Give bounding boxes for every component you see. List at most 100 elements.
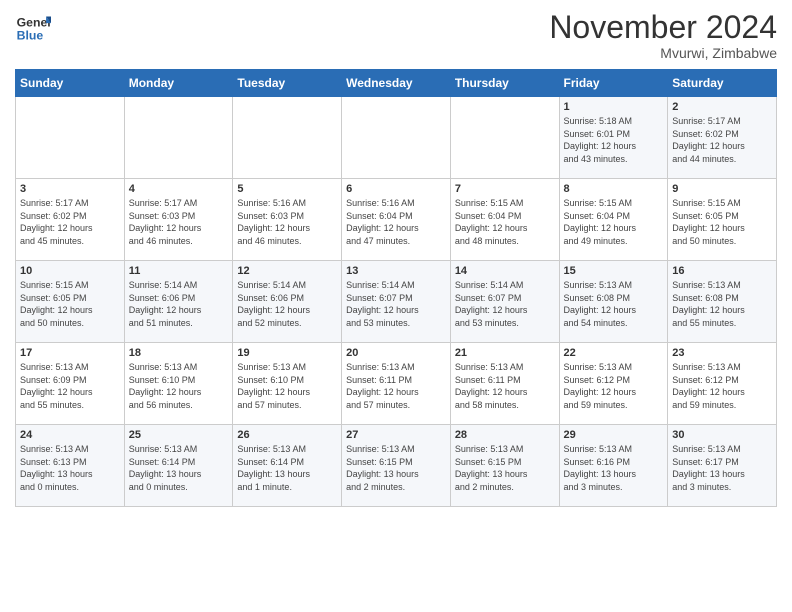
- day-info: Sunrise: 5:13 AM Sunset: 6:13 PM Dayligh…: [20, 443, 120, 493]
- calendar-cell: [124, 97, 233, 179]
- calendar-cell: 15Sunrise: 5:13 AM Sunset: 6:08 PM Dayli…: [559, 261, 668, 343]
- day-number: 22: [564, 347, 664, 359]
- day-number: 26: [237, 429, 337, 441]
- calendar-cell: 2 Sunrise: 5:17 AM Sunset: 6:02 PM Daylig…: [668, 97, 777, 179]
- day-number: 2: [672, 101, 772, 113]
- calendar-cell: [16, 97, 125, 179]
- week-row-4: 17Sunrise: 5:13 AM Sunset: 6:09 PM Dayli…: [16, 343, 777, 425]
- day-info: Sunrise: 5:13 AM Sunset: 6:11 PM Dayligh…: [455, 361, 555, 411]
- header-day-tuesday: Tuesday: [233, 70, 342, 97]
- day-number: 29: [564, 429, 664, 441]
- calendar-cell: 13 Sunrise: 5:14 AM Sunset: 6:07 PM Dayli…: [342, 261, 451, 343]
- day-number: 23: [672, 347, 772, 359]
- calendar-cell: 5Sunrise: 5:16 AM Sunset: 6:03 PM Daylig…: [233, 179, 342, 261]
- day-info: Sunrise: 5:15 AM Sunset: 6:05 PM Dayligh…: [672, 197, 772, 247]
- day-number: 30: [672, 429, 772, 441]
- calendar-cell: 17Sunrise: 5:13 AM Sunset: 6:09 PM Dayli…: [16, 343, 125, 425]
- day-info: Sunrise: 5:13 AM Sunset: 6:10 PM Dayligh…: [129, 361, 229, 411]
- calendar-cell: 26 Sunrise: 5:13 AM Sunset: 6:14 PM Dayli…: [233, 425, 342, 507]
- day-info: Sunrise: 5:13 AM Sunset: 6:12 PM Dayligh…: [672, 361, 772, 411]
- calendar-cell: 22 Sunrise: 5:13 AM Sunset: 6:12 PM Dayli…: [559, 343, 668, 425]
- day-info: Sunrise: 5:14 AM Sunset: 6:06 PM Dayligh…: [129, 279, 229, 329]
- day-number: 12: [237, 265, 337, 277]
- day-number: 8: [564, 183, 664, 195]
- calendar-cell: 29 Sunrise: 5:13 AM Sunset: 6:16 PM Dayli…: [559, 425, 668, 507]
- day-info: Sunrise: 5:17 AM Sunset: 6:03 PM Dayligh…: [129, 197, 229, 247]
- day-info: Sunrise: 5:13 AM Sunset: 6:12 PM Dayligh…: [564, 361, 664, 411]
- day-info: Sunrise: 5:13 AM Sunset: 6:09 PM Dayligh…: [20, 361, 120, 411]
- calendar-cell: 28 Sunrise: 5:13 AM Sunset: 6:15 PM Dayli…: [450, 425, 559, 507]
- day-info: Sunrise: 5:13 AM Sunset: 6:16 PM Dayligh…: [564, 443, 664, 493]
- day-info: Sunrise: 5:16 AM Sunset: 6:04 PM Dayligh…: [346, 197, 446, 247]
- day-number: 9: [672, 183, 772, 195]
- day-info: Sunrise: 5:17 AM Sunset: 6:02 PM Dayligh…: [672, 115, 772, 165]
- day-number: 5: [237, 183, 337, 195]
- calendar-cell: 20Sunrise: 5:13 AM Sunset: 6:11 PM Dayli…: [342, 343, 451, 425]
- calendar-cell: 12 Sunrise: 5:14 AM Sunset: 6:06 PM Dayli…: [233, 261, 342, 343]
- svg-text:General: General: [17, 15, 51, 29]
- day-number: 13: [346, 265, 446, 277]
- day-number: 19: [237, 347, 337, 359]
- calendar-cell: [450, 97, 559, 179]
- calendar-cell: 14Sunrise: 5:14 AM Sunset: 6:07 PM Dayli…: [450, 261, 559, 343]
- day-number: 20: [346, 347, 446, 359]
- svg-text:Blue: Blue: [17, 28, 44, 42]
- day-info: Sunrise: 5:18 AM Sunset: 6:01 PM Dayligh…: [564, 115, 664, 165]
- day-number: 28: [455, 429, 555, 441]
- day-info: Sunrise: 5:14 AM Sunset: 6:07 PM Dayligh…: [346, 279, 446, 329]
- week-row-1: 1 Sunrise: 5:18 AM Sunset: 6:01 PM Daylig…: [16, 97, 777, 179]
- calendar-cell: 1 Sunrise: 5:18 AM Sunset: 6:01 PM Daylig…: [559, 97, 668, 179]
- page: General Blue November 2024 Mvurwi, Zimba…: [0, 0, 792, 517]
- day-number: 24: [20, 429, 120, 441]
- day-number: 21: [455, 347, 555, 359]
- calendar-body: 1 Sunrise: 5:18 AM Sunset: 6:01 PM Daylig…: [16, 97, 777, 507]
- calendar-cell: 9 Sunrise: 5:15 AM Sunset: 6:05 PM Daylig…: [668, 179, 777, 261]
- day-number: 6: [346, 183, 446, 195]
- header-day-friday: Friday: [559, 70, 668, 97]
- header-day-wednesday: Wednesday: [342, 70, 451, 97]
- day-number: 1: [564, 101, 664, 113]
- day-info: Sunrise: 5:13 AM Sunset: 6:15 PM Dayligh…: [346, 443, 446, 493]
- day-info: Sunrise: 5:15 AM Sunset: 6:04 PM Dayligh…: [455, 197, 555, 247]
- calendar-cell: 30 Sunrise: 5:13 AM Sunset: 6:17 PM Dayli…: [668, 425, 777, 507]
- logo: General Blue: [15, 10, 51, 46]
- header-day-thursday: Thursday: [450, 70, 559, 97]
- day-number: 14: [455, 265, 555, 277]
- title-area: November 2024 Mvurwi, Zimbabwe: [549, 10, 777, 61]
- calendar-cell: 16 Sunrise: 5:13 AM Sunset: 6:08 PM Dayli…: [668, 261, 777, 343]
- month-title: November 2024: [549, 10, 777, 45]
- week-row-3: 10Sunrise: 5:15 AM Sunset: 6:05 PM Dayli…: [16, 261, 777, 343]
- calendar-cell: 8 Sunrise: 5:15 AM Sunset: 6:04 PM Daylig…: [559, 179, 668, 261]
- day-number: 16: [672, 265, 772, 277]
- calendar-cell: 11Sunrise: 5:14 AM Sunset: 6:06 PM Dayli…: [124, 261, 233, 343]
- day-info: Sunrise: 5:13 AM Sunset: 6:15 PM Dayligh…: [455, 443, 555, 493]
- day-info: Sunrise: 5:13 AM Sunset: 6:08 PM Dayligh…: [672, 279, 772, 329]
- day-info: Sunrise: 5:14 AM Sunset: 6:06 PM Dayligh…: [237, 279, 337, 329]
- day-info: Sunrise: 5:13 AM Sunset: 6:17 PM Dayligh…: [672, 443, 772, 493]
- calendar-cell: 21 Sunrise: 5:13 AM Sunset: 6:11 PM Dayli…: [450, 343, 559, 425]
- week-row-2: 3Sunrise: 5:17 AM Sunset: 6:02 PM Daylig…: [16, 179, 777, 261]
- day-info: Sunrise: 5:15 AM Sunset: 6:04 PM Dayligh…: [564, 197, 664, 247]
- day-number: 27: [346, 429, 446, 441]
- day-number: 15: [564, 265, 664, 277]
- calendar-cell: 7 Sunrise: 5:15 AM Sunset: 6:04 PM Daylig…: [450, 179, 559, 261]
- calendar-cell: 25 Sunrise: 5:13 AM Sunset: 6:14 PM Dayli…: [124, 425, 233, 507]
- calendar-cell: [342, 97, 451, 179]
- calendar-cell: 23 Sunrise: 5:13 AM Sunset: 6:12 PM Dayli…: [668, 343, 777, 425]
- day-info: Sunrise: 5:17 AM Sunset: 6:02 PM Dayligh…: [20, 197, 120, 247]
- header-day-saturday: Saturday: [668, 70, 777, 97]
- location: Mvurwi, Zimbabwe: [549, 45, 777, 61]
- day-info: Sunrise: 5:13 AM Sunset: 6:14 PM Dayligh…: [237, 443, 337, 493]
- calendar-cell: 24 Sunrise: 5:13 AM Sunset: 6:13 PM Dayli…: [16, 425, 125, 507]
- header: General Blue November 2024 Mvurwi, Zimba…: [15, 10, 777, 61]
- day-number: 25: [129, 429, 229, 441]
- calendar-cell: 27 Sunrise: 5:13 AM Sunset: 6:15 PM Dayli…: [342, 425, 451, 507]
- calendar-header: SundayMondayTuesdayWednesdayThursdayFrid…: [16, 70, 777, 97]
- logo-icon: General Blue: [15, 10, 51, 46]
- calendar-cell: [233, 97, 342, 179]
- day-info: Sunrise: 5:15 AM Sunset: 6:05 PM Dayligh…: [20, 279, 120, 329]
- day-number: 7: [455, 183, 555, 195]
- day-info: Sunrise: 5:13 AM Sunset: 6:14 PM Dayligh…: [129, 443, 229, 493]
- calendar-cell: 6 Sunrise: 5:16 AM Sunset: 6:04 PM Daylig…: [342, 179, 451, 261]
- header-row: SundayMondayTuesdayWednesdayThursdayFrid…: [16, 70, 777, 97]
